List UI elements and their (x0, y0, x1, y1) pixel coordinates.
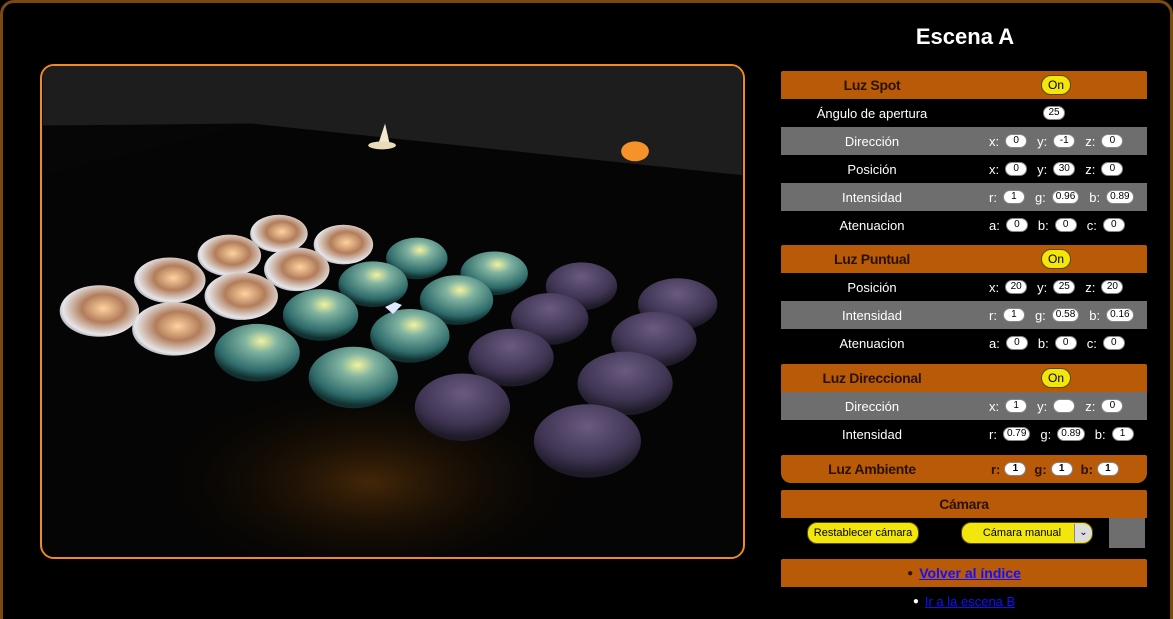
axis-label: z: (1085, 398, 1096, 414)
axis-label: r: (989, 189, 997, 205)
camera-panel: Cámara Restablecer cámara Cámara manual … (781, 490, 1147, 548)
bullet-icon: ● (907, 567, 914, 579)
spot-attenuation-c-input[interactable]: 0 (1102, 218, 1125, 232)
scene-title: Escena A (915, 24, 1015, 49)
spot-attenuation-label: Atenuacion (839, 217, 905, 233)
scene-canvas[interactable] (40, 64, 745, 559)
spot-direction-x-input[interactable]: 0 (1005, 134, 1028, 148)
spot-direction-label: Dirección (844, 133, 900, 149)
point-position-z-input[interactable]: 20 (1101, 280, 1124, 294)
axis-label: r: (989, 307, 997, 323)
scene-b-link[interactable]: Ir a la escena B (925, 594, 1015, 609)
point-attenuation-b-input[interactable]: 0 (1054, 336, 1077, 350)
axis-label: g: (1034, 189, 1046, 205)
camera-mode-select[interactable]: Cámara manual ⌄ (961, 522, 1093, 544)
point-attenuation-c-input[interactable]: 0 (1102, 336, 1125, 350)
point-position-label: Posición (847, 279, 897, 295)
axis-label: y: (1037, 161, 1048, 177)
axis-label: c: (1086, 335, 1097, 351)
directional-direction-y-input[interactable] (1053, 399, 1076, 413)
point-light-panel: Luz Puntual On Posición x: 20 y: 25 z: 20 I… (781, 245, 1147, 357)
ambient-g-input[interactable]: 1 (1050, 462, 1073, 476)
spot-position-x-input[interactable]: 0 (1005, 162, 1028, 176)
spot-angle-label: Ángulo de apertura (816, 105, 928, 121)
axis-label: y: (1037, 279, 1048, 295)
point-intensity-b-input[interactable]: 0.16 (1106, 308, 1134, 322)
axis-label: a: (989, 335, 1000, 351)
spot-toggle-button[interactable]: On (1041, 75, 1071, 95)
directional-intensity-b-input[interactable]: 1 (1111, 427, 1134, 441)
axis-label: b: (1037, 335, 1049, 351)
spot-position-label: Posición (847, 161, 897, 177)
axis-label: b: (1080, 461, 1093, 477)
directional-light-panel: Luz Direccional On Dirección x: 1 y: z: 0 … (781, 364, 1147, 448)
axis-label: x: (989, 161, 1000, 177)
directional-intensity-g-input[interactable]: 0.89 (1057, 427, 1085, 441)
axis-label: z: (1085, 161, 1096, 177)
axis-label: g: (1040, 426, 1052, 442)
point-attenuation-label: Atenuacion (839, 335, 905, 351)
axis-label: c: (1086, 217, 1097, 233)
spot-position-y-input[interactable]: 30 (1053, 162, 1076, 176)
point-intensity-g-input[interactable]: 0.58 (1051, 308, 1080, 322)
ambient-b-input[interactable]: 1 (1096, 462, 1119, 476)
back-to-index-link[interactable]: Volver al índice (919, 565, 1021, 581)
axis-label: b: (1089, 307, 1101, 323)
axis-label: g: (1034, 307, 1046, 323)
axis-label: b: (1037, 217, 1049, 233)
spot-angle-input[interactable]: 25 (1043, 106, 1065, 120)
camera-extra-box (1109, 518, 1145, 548)
reset-camera-button[interactable]: Restablecer cámara (807, 522, 919, 544)
camera-title: Cámara (939, 496, 989, 512)
directional-light-title: Luz Direccional (822, 370, 922, 386)
chevron-down-icon[interactable]: ⌄ (1074, 524, 1092, 542)
directional-intensity-r-input[interactable]: 0.79 (1002, 427, 1031, 441)
spot-intensity-r-input[interactable]: 1 (1002, 190, 1025, 204)
bullet-icon: ● (912, 595, 919, 607)
ambient-r-input[interactable]: 1 (1004, 462, 1027, 476)
spot-intensity-g-input[interactable]: 0.96 (1051, 190, 1080, 204)
directional-direction-x-input[interactable]: 1 (1005, 399, 1028, 413)
axis-label: x: (989, 133, 1000, 149)
axis-label: x: (989, 279, 1000, 295)
axis-label: x: (989, 398, 1000, 414)
scene-render (42, 66, 743, 557)
ambient-light-panel: Luz Ambiente r: 1 g: 1 b: 1 (781, 455, 1147, 483)
directional-direction-label: Dirección (844, 398, 900, 414)
axis-label: r: (991, 461, 1001, 477)
camera-mode-value: Cámara manual (982, 527, 1062, 539)
spot-intensity-label: Intensidad (842, 189, 902, 205)
point-attenuation-a-input[interactable]: 0 (1005, 336, 1028, 350)
point-position-x-input[interactable]: 20 (1005, 280, 1028, 294)
axis-label: a: (989, 217, 1000, 233)
axis-label: b: (1089, 189, 1101, 205)
axis-label: b: (1094, 426, 1106, 442)
spot-direction-z-input[interactable]: 0 (1101, 134, 1124, 148)
spot-intensity-b-input[interactable]: 0.89 (1106, 190, 1134, 204)
axis-label: g: (1034, 461, 1047, 477)
axis-label: y: (1037, 398, 1048, 414)
point-light-title: Luz Puntual (833, 251, 911, 267)
spot-position-z-input[interactable]: 0 (1101, 162, 1124, 176)
point-toggle-button[interactable]: On (1041, 249, 1071, 269)
axis-label: y: (1037, 133, 1048, 149)
spot-direction-y-input[interactable]: -1 (1053, 134, 1076, 148)
point-intensity-label: Intensidad (842, 307, 902, 323)
spot-attenuation-a-input[interactable]: 0 (1005, 218, 1028, 232)
directional-direction-z-input[interactable]: 0 (1101, 399, 1124, 413)
point-intensity-r-input[interactable]: 1 (1002, 308, 1025, 322)
spot-light-panel: Luz Spot On Ángulo de apertura 25 Direcc… (781, 71, 1147, 239)
navigation-panel: ● Volver al índice ● Ir a la escena B (781, 559, 1147, 615)
point-position-y-input[interactable]: 25 (1053, 280, 1076, 294)
directional-intensity-label: Intensidad (842, 426, 902, 442)
axis-label: r: (989, 426, 997, 442)
ambient-light-title: Luz Ambiente (828, 461, 916, 477)
axis-label: z: (1085, 279, 1096, 295)
directional-toggle-button[interactable]: On (1041, 368, 1071, 388)
spot-attenuation-b-input[interactable]: 0 (1054, 218, 1077, 232)
axis-label: z: (1085, 133, 1096, 149)
spot-light-title: Luz Spot (843, 77, 901, 93)
